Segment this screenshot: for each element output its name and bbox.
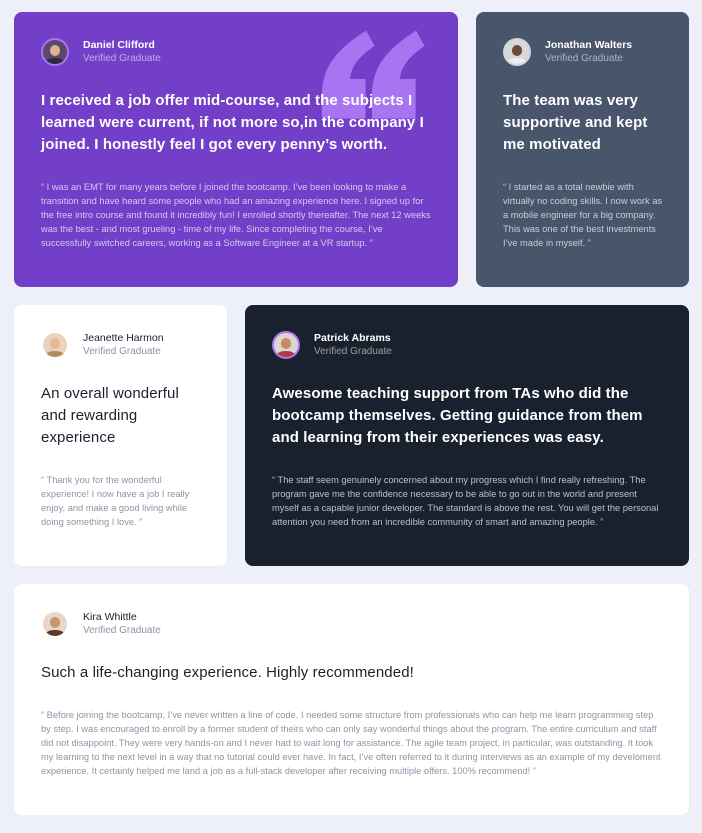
testimonial-headline: Such a life-changing experience. Highly … — [41, 664, 414, 681]
author-block: Patrick Abrams Verified Graduate — [272, 331, 663, 359]
testimonial-card-kira: Kira Whittle Verified Graduate Such a li… — [14, 584, 689, 815]
testimonial-headline: An overall wonderful and rewarding exper… — [41, 385, 179, 446]
person-avatar-icon — [41, 38, 69, 66]
testimonial-body: “ Thank you for the wonderful experience… — [41, 475, 190, 527]
testimonial-headline: I received a job offer mid-course, and t… — [41, 92, 424, 153]
author-block: Daniel Clifford Verified Graduate — [41, 38, 432, 66]
testimonial-card-jeanette: Jeanette Harmon Verified Graduate An ove… — [14, 305, 227, 566]
author-name: Jonathan Walters — [545, 39, 633, 51]
testimonial-card-patrick: Patrick Abrams Verified Graduate Awesome… — [245, 305, 689, 566]
author-block: Jeanette Harmon Verified Graduate — [41, 331, 201, 359]
testimonial-body: “ The staff seem genuinely concerned abo… — [272, 475, 659, 527]
author-block: Kira Whittle Verified Graduate — [41, 610, 663, 638]
author-role: Verified Graduate — [83, 625, 161, 636]
person-avatar-icon — [41, 331, 69, 359]
testimonial-headline: Awesome teaching support from TAs who di… — [272, 385, 643, 446]
author-name: Daniel Clifford — [83, 39, 155, 51]
author-role: Verified Graduate — [545, 53, 623, 64]
testimonial-card-daniel: Daniel Clifford Verified Graduate I rece… — [14, 12, 458, 287]
author-role: Verified Graduate — [314, 346, 392, 357]
testimonial-body: “ I started as a total newbie with virtu… — [503, 182, 663, 248]
author-block: Jonathan Walters Verified Graduate — [503, 38, 663, 66]
author-role: Verified Graduate — [83, 53, 161, 64]
testimonial-body: “ Before joining the bootcamp, I’ve neve… — [41, 710, 661, 776]
person-avatar-icon — [272, 331, 300, 359]
person-avatar-icon — [41, 610, 69, 638]
author-role: Verified Graduate — [83, 346, 161, 357]
author-name: Jeanette Harmon — [83, 332, 164, 344]
author-name: Patrick Abrams — [314, 332, 391, 344]
testimonial-headline: The team was very supportive and kept me… — [503, 92, 648, 153]
testimonial-card-jonathan: Jonathan Walters Verified Graduate The t… — [476, 12, 689, 287]
person-avatar-icon — [503, 38, 531, 66]
testimonial-body: “ I was an EMT for many years before I j… — [41, 182, 431, 248]
author-name: Kira Whittle — [83, 611, 137, 623]
